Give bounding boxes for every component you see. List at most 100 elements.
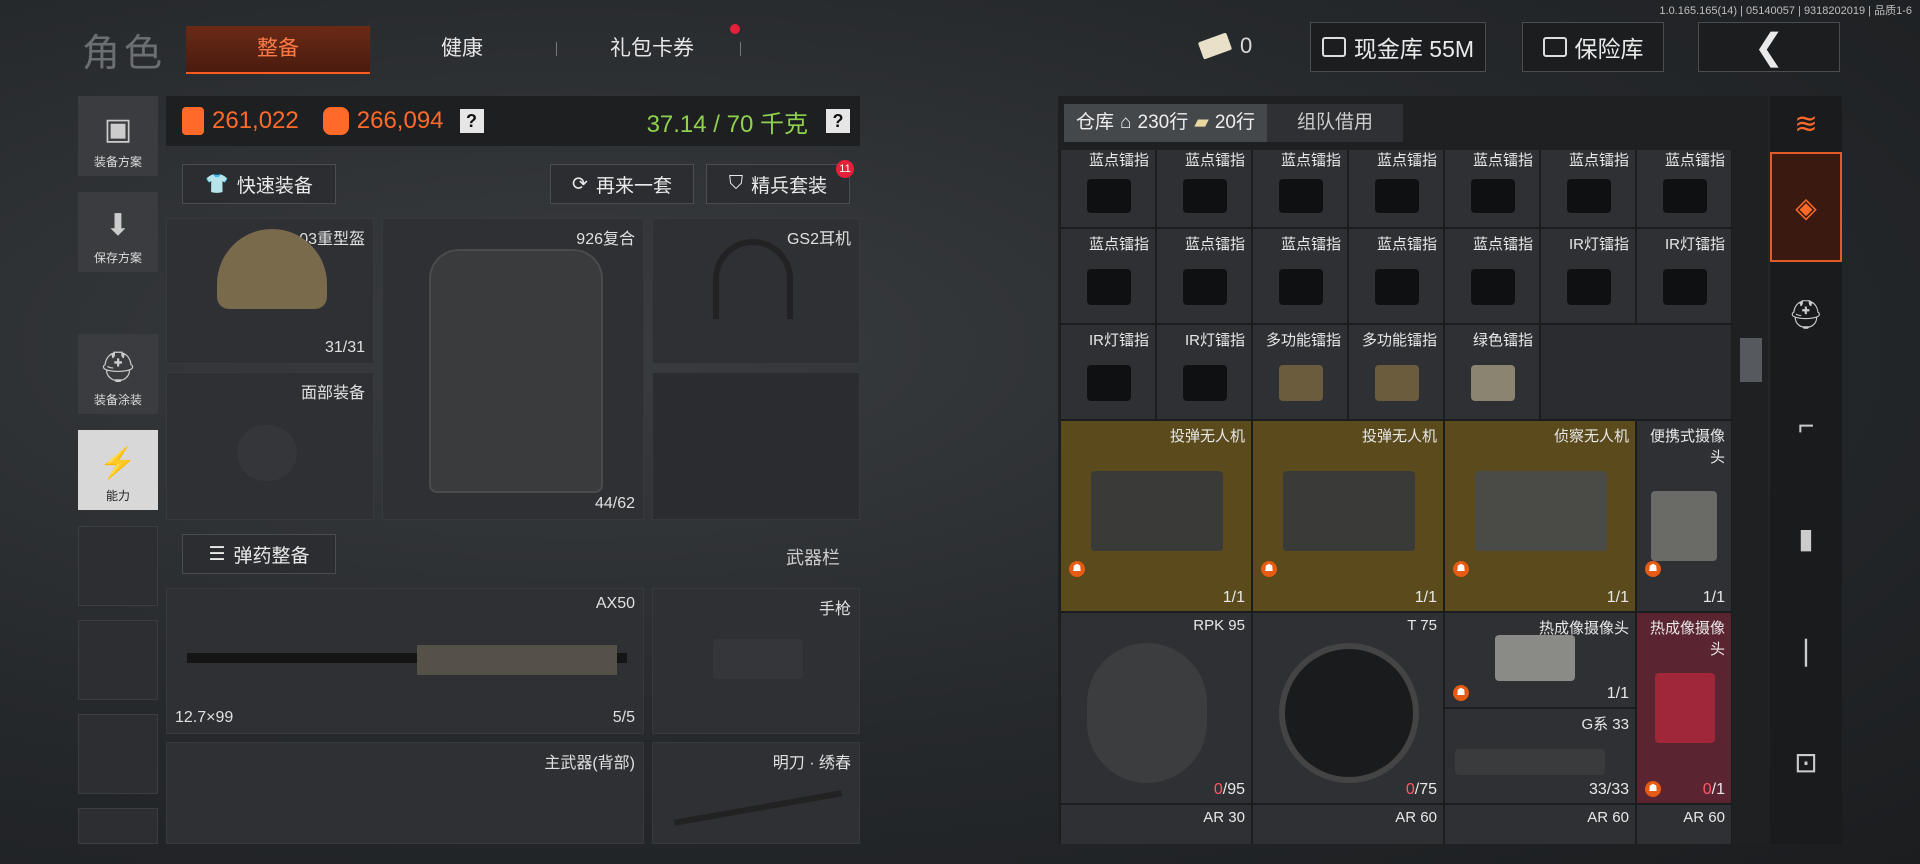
armor-slot[interactable]: 926复合 44/62 bbox=[382, 218, 644, 520]
inventory-item[interactable]: 蓝点镭指 bbox=[1444, 228, 1540, 324]
inventory-item[interactable]: 蓝点镭指 bbox=[1636, 150, 1732, 228]
sidebar-item-paint[interactable]: ⛑ 装备涂装 bbox=[78, 334, 158, 414]
inventory-item[interactable]: 蓝点镭指 bbox=[1156, 228, 1252, 324]
inventory-item[interactable]: RPK 95 0/95 bbox=[1060, 612, 1252, 804]
inventory-item[interactable]: 蓝点镭指 bbox=[1060, 228, 1156, 324]
inventory-item[interactable]: 热成像摄像头 ☗ 0/1 bbox=[1636, 612, 1732, 804]
inventory-item[interactable]: AR 60 bbox=[1252, 804, 1444, 844]
back-button[interactable]: ❮ bbox=[1698, 22, 1840, 72]
weapon-bar-label: 武器栏 bbox=[786, 548, 840, 568]
inventory-item[interactable]: AR 60 bbox=[1636, 804, 1732, 844]
tab-team-borrow[interactable]: 组队借用 bbox=[1266, 104, 1403, 142]
inventory-item[interactable]: T 75 0/75 bbox=[1252, 612, 1444, 804]
help-icon[interactable]: ? bbox=[826, 109, 850, 133]
helmet-category-icon[interactable]: ⛑ bbox=[1770, 264, 1842, 364]
warehouse-grid[interactable]: 蓝点镭指 蓝点镭指 蓝点镭指 蓝点镭指 蓝点镭指 蓝点镭指 蓝点镭指 蓝点镭指 … bbox=[1060, 150, 1734, 844]
inventory-item[interactable]: IR灯镭指 bbox=[1540, 228, 1636, 324]
ammo-equip-button[interactable]: ☰ 弹药整备 bbox=[182, 534, 336, 574]
again-label: 再来一套 bbox=[595, 175, 672, 197]
inventory-item[interactable]: 侦察无人机 ☗ 1/1 bbox=[1444, 420, 1636, 612]
inventory-item[interactable]: 多功能镭指 bbox=[1348, 324, 1444, 420]
inventory-item[interactable]: 蓝点镭指 bbox=[1348, 150, 1444, 228]
safe-box-button[interactable]: 保险库 bbox=[1522, 22, 1664, 72]
elite-badge: 11 bbox=[836, 160, 854, 178]
ticket-counter[interactable]: 0 bbox=[1197, 22, 1280, 70]
inventory-item[interactable]: IR灯镭指 bbox=[1636, 228, 1732, 324]
tab-health[interactable]: 健康 bbox=[370, 26, 554, 72]
sidebar-empty-slot bbox=[78, 714, 158, 794]
sidebar-empty-slot bbox=[78, 808, 158, 844]
inventory-item[interactable]: 蓝点镭指 bbox=[1444, 150, 1540, 228]
primary-back-slot[interactable]: 主武器(背部) bbox=[166, 742, 644, 844]
weight-readout: 37.14 / 70 千克 bbox=[646, 110, 808, 138]
bag-icon bbox=[322, 107, 349, 135]
all-items-icon[interactable]: ◈ bbox=[1770, 152, 1842, 262]
quick-equip-button[interactable]: 👕 快速装备 bbox=[182, 164, 336, 204]
cash-storage-button[interactable]: 现金库 55M bbox=[1310, 22, 1486, 72]
primary-back-label: 主武器(背部) bbox=[544, 755, 635, 772]
help-icon[interactable]: ? bbox=[459, 109, 484, 133]
ammo-icon: ☰ bbox=[208, 543, 226, 565]
helmet-slot[interactable]: 03重型盔 31/31 bbox=[166, 218, 374, 364]
helmet-durability: 31/31 bbox=[324, 339, 365, 356]
elite-set-button[interactable]: ⛉ 精兵套装 bbox=[706, 164, 850, 204]
face-slot[interactable]: 面部装备 bbox=[166, 372, 374, 520]
warehouse-scrollbar[interactable] bbox=[1740, 338, 1762, 382]
empty-slot[interactable] bbox=[652, 372, 860, 520]
sidebar-item-label: 装备涂装 bbox=[93, 393, 142, 407]
tab-equip[interactable]: 整备 bbox=[186, 26, 370, 74]
cash-icon bbox=[1321, 37, 1346, 57]
inventory-item[interactable]: 便携式摄像头 ☗ 1/1 bbox=[1636, 420, 1732, 612]
cash-storage-label: 现金库 55M bbox=[1353, 36, 1475, 62]
inventory-item[interactable]: 蓝点镭指 bbox=[1252, 228, 1348, 324]
headset-slot[interactable]: GS2耳机 bbox=[652, 218, 860, 364]
inventory-item[interactable]: 投弹无人机 ☗ 1/1 bbox=[1060, 420, 1252, 612]
sidebar-item-ability[interactable]: ⚡ 能力 bbox=[78, 430, 158, 510]
armor-vest-icon bbox=[429, 249, 603, 493]
inventory-item[interactable]: 蓝点镭指 bbox=[1060, 150, 1156, 228]
inventory-item[interactable]: 热成像摄像头 ☗ 1/1 bbox=[1444, 612, 1636, 708]
inventory-item[interactable]: 绿色镭指 bbox=[1444, 324, 1540, 420]
inventory-item[interactable]: 多功能镭指 bbox=[1252, 324, 1348, 420]
inventory-item[interactable]: 蓝点镭指 bbox=[1156, 150, 1252, 228]
quick-equip-label: 快速装备 bbox=[236, 175, 313, 197]
rifle-category-icon[interactable]: ⌐ bbox=[1770, 376, 1842, 476]
safe-box-label: 保险库 bbox=[1574, 36, 1644, 62]
sidebar-item-save-plan[interactable]: ⬇ 保存方案 bbox=[78, 192, 158, 272]
warehouse-rows-2: 20行 bbox=[1214, 112, 1255, 133]
attachment-category-icon[interactable]: ⊡ bbox=[1770, 712, 1842, 812]
empty-cell[interactable] bbox=[1540, 324, 1732, 420]
again-button[interactable]: ⟳ 再来一套 bbox=[550, 164, 694, 204]
inventory-item[interactable]: AR 30 bbox=[1060, 804, 1252, 844]
sidebar-item-label: 保存方案 bbox=[93, 251, 142, 265]
pistol-slot[interactable]: 手枪 bbox=[652, 588, 860, 734]
pistol-icon bbox=[713, 639, 803, 679]
build-info: 1.0.165.165(14) | 05140057 | 9318202019 … bbox=[1659, 5, 1912, 17]
elite-set-label: 精兵套装 bbox=[751, 175, 828, 197]
inventory-item[interactable]: AR 60 bbox=[1444, 804, 1636, 844]
magazine-category-icon[interactable]: ▮ bbox=[1770, 488, 1842, 588]
warehouse-rows: 230行 bbox=[1137, 112, 1189, 133]
inventory-item[interactable]: 投弹无人机 ☗ 1/1 bbox=[1252, 420, 1444, 612]
refresh-icon: ⟳ bbox=[572, 173, 588, 195]
sidebar-item-loadout-plan[interactable]: ▣ 装备方案 bbox=[78, 96, 158, 176]
tab-warehouse[interactable]: 仓库 ⌂ 230行 ▰ 20行 bbox=[1064, 104, 1267, 142]
inventory-item[interactable]: 蓝点镭指 bbox=[1348, 228, 1444, 324]
rifle-caliber: 12.7×99 bbox=[175, 709, 234, 726]
inventory-item[interactable]: IR灯镭指 bbox=[1156, 324, 1252, 420]
inventory-item[interactable]: G系 33 33/33 bbox=[1444, 708, 1636, 804]
lightning-icon: ⚡ bbox=[99, 447, 137, 480]
backpack-icon bbox=[182, 107, 204, 135]
ammo-category-icon[interactable]: ❘ bbox=[1770, 600, 1842, 700]
inventory-item[interactable]: IR灯镭指 bbox=[1060, 324, 1156, 420]
warehouse-tab-label: 仓库 bbox=[1076, 112, 1115, 133]
melee-label: 明刀 · 绣春 bbox=[772, 755, 851, 772]
inventory-item[interactable]: 蓝点镭指 bbox=[1252, 150, 1348, 228]
tab-gift-cards[interactable]: 礼包卡券 bbox=[560, 26, 744, 72]
rifle-slot[interactable]: AX50 12.7×99 5/5 bbox=[166, 588, 644, 734]
inventory-item[interactable]: 蓝点镭指 bbox=[1540, 150, 1636, 228]
melee-slot[interactable]: 明刀 · 绣春 bbox=[652, 742, 860, 844]
face-label: 面部装备 bbox=[300, 385, 365, 402]
sort-layers-icon[interactable]: ≋ bbox=[1770, 96, 1842, 150]
armor-label: 926复合 bbox=[576, 231, 635, 248]
